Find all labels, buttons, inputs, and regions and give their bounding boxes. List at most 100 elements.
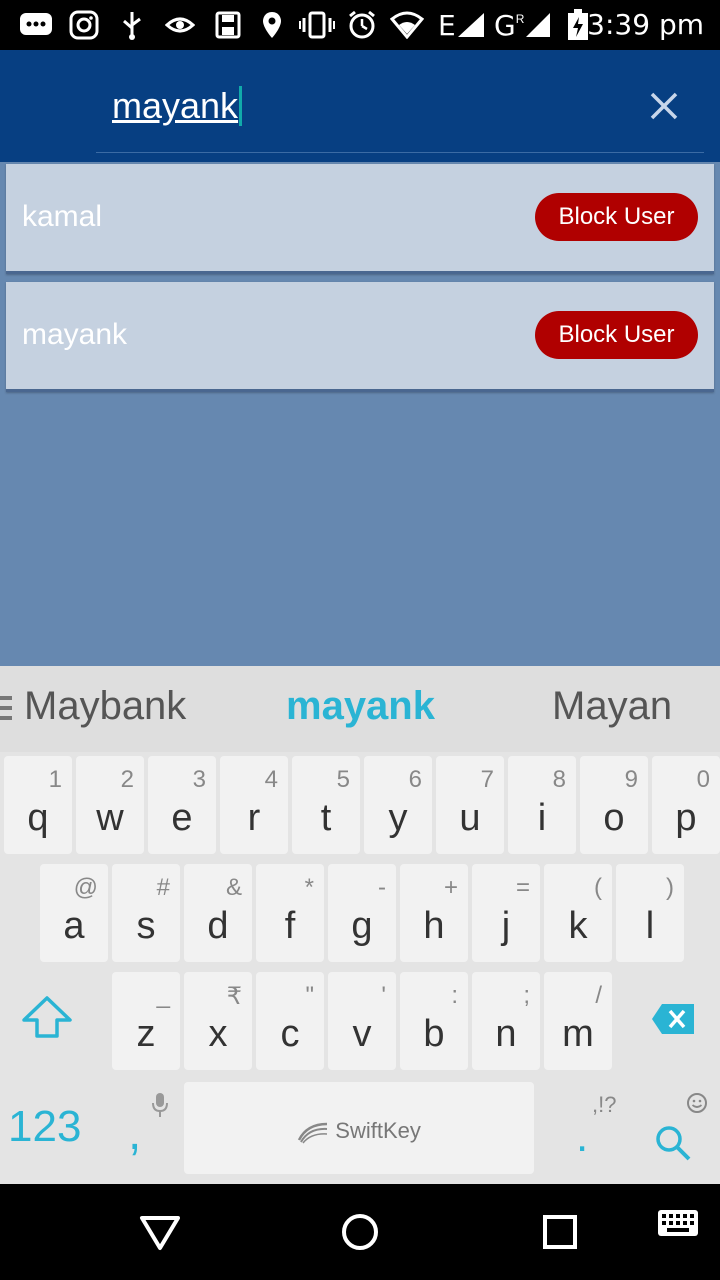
key-s[interactable]: # s (112, 864, 180, 962)
key-hint: - (378, 874, 386, 901)
key-hint: ; (523, 982, 530, 1009)
home-icon[interactable] (336, 1208, 384, 1256)
key-j[interactable]: = j (472, 864, 540, 962)
key-label: p (675, 797, 697, 839)
punctuation-hint: ,!? (592, 1092, 617, 1117)
key-hint: ( (594, 874, 602, 901)
key-hint: & (225, 874, 242, 901)
back-icon[interactable] (136, 1208, 184, 1256)
search-input[interactable]: mayank (112, 82, 612, 130)
comma-key[interactable]: , (128, 1106, 141, 1161)
key-m[interactable]: / m (544, 972, 612, 1070)
status-time: 3:39 pm (587, 8, 704, 41)
key-hint: 4 (264, 766, 278, 793)
block-user-button[interactable]: Block User (535, 311, 698, 359)
status-bar: E G R 3:39 pm (0, 0, 720, 50)
key-hint: : (451, 982, 458, 1009)
key-hint: _ (156, 982, 170, 1009)
key-c[interactable]: " c (256, 972, 324, 1070)
key-hint: / (595, 982, 602, 1009)
key-g[interactable]: -g (328, 864, 396, 962)
roaming-label: R (515, 12, 525, 26)
numbers-key[interactable]: 123 (8, 1102, 81, 1152)
search-icon[interactable] (654, 1124, 694, 1164)
emoji-icon[interactable] (686, 1092, 710, 1116)
key-n[interactable]: ; n (472, 972, 540, 1070)
key-label: j (501, 905, 511, 947)
key-hint: 7 (480, 766, 494, 793)
key-t[interactable]: 5t (292, 756, 360, 854)
key-h[interactable]: + h (400, 864, 468, 962)
list-item[interactable]: mayank Block User (6, 282, 714, 392)
key-hint: 6 (408, 766, 422, 793)
key-r[interactable]: 4r (220, 756, 288, 854)
backspace-icon[interactable] (650, 1002, 698, 1038)
key-label: y (388, 797, 408, 839)
key-label: f (284, 905, 296, 947)
key-y[interactable]: 6y (364, 756, 432, 854)
shift-icon[interactable] (20, 994, 76, 1044)
keyboard-icon[interactable] (656, 1208, 704, 1256)
key-label: u (459, 797, 481, 839)
instagram-icon (68, 10, 100, 40)
key-i[interactable]: 8i (508, 756, 576, 854)
close-icon[interactable] (644, 86, 684, 126)
key-label: o (603, 797, 625, 839)
key-label: i (537, 797, 547, 839)
key-hint: + (443, 874, 458, 901)
key-hint: 5 (336, 766, 350, 793)
suggestion-left[interactable]: Maybank (24, 684, 186, 729)
key-hint: 1 (48, 766, 62, 793)
network-type-label: E (438, 8, 456, 42)
drag-handle-icon[interactable] (0, 696, 12, 726)
key-label: h (423, 905, 445, 947)
key-p[interactable]: 0p (652, 756, 720, 854)
key-label: k (568, 905, 588, 947)
key-hint: 9 (624, 766, 638, 793)
key-label: q (27, 797, 49, 839)
key-hint: * (304, 874, 314, 901)
search-bar: mayank (0, 50, 720, 162)
wifi-icon (390, 10, 424, 40)
key-label: b (423, 1013, 445, 1055)
key-d[interactable]: & d (184, 864, 252, 962)
soft-keyboard: Maybank mayank Mayan 1q2w3e4r5t6y7u8i9o0… (0, 666, 720, 1184)
block-user-button[interactable]: Block User (535, 193, 698, 241)
key-z[interactable]: _ z (112, 972, 180, 1070)
key-l[interactable]: ) l (616, 864, 684, 962)
period-key[interactable]: . (576, 1112, 588, 1162)
key-o[interactable]: 9o (580, 756, 648, 854)
key-b[interactable]: :b (400, 972, 468, 1070)
recents-icon[interactable] (536, 1208, 584, 1256)
suggestion-center[interactable]: mayank (286, 684, 435, 729)
key-label: z (136, 1013, 156, 1055)
key-hint: ' (381, 982, 386, 1009)
key-u[interactable]: 7u (436, 756, 504, 854)
microphone-icon[interactable] (150, 1092, 172, 1120)
key-e[interactable]: 3e (148, 756, 216, 854)
eye-icon (164, 10, 196, 40)
spacebar[interactable]: SwiftKey (184, 1082, 534, 1174)
key-hint: = (515, 874, 530, 901)
key-hint: 2 (120, 766, 134, 793)
key-v[interactable]: ' v (328, 972, 396, 1070)
search-underline (96, 152, 704, 153)
key-hint: " (305, 982, 314, 1009)
key-hint: ) (666, 874, 674, 901)
save-icon (214, 10, 242, 40)
user-name: kamal (22, 200, 103, 233)
key-x[interactable]: ₹ x (184, 972, 252, 1070)
key-hint: 0 (696, 766, 710, 793)
key-a[interactable]: @ a (40, 864, 108, 962)
list-item[interactable]: kamal Block User (6, 164, 714, 274)
usb-icon (118, 10, 146, 40)
key-q[interactable]: 1q (4, 756, 72, 854)
location-icon (258, 10, 286, 40)
key-w[interactable]: 2w (76, 756, 144, 854)
spacebar-brand: SwiftKey (184, 1118, 534, 1144)
suggestion-right[interactable]: Mayan (552, 684, 672, 729)
network-type-label-2: G (494, 8, 516, 42)
key-f[interactable]: * f (256, 864, 324, 962)
key-k[interactable]: (k (544, 864, 612, 962)
key-label: m (562, 1013, 594, 1055)
